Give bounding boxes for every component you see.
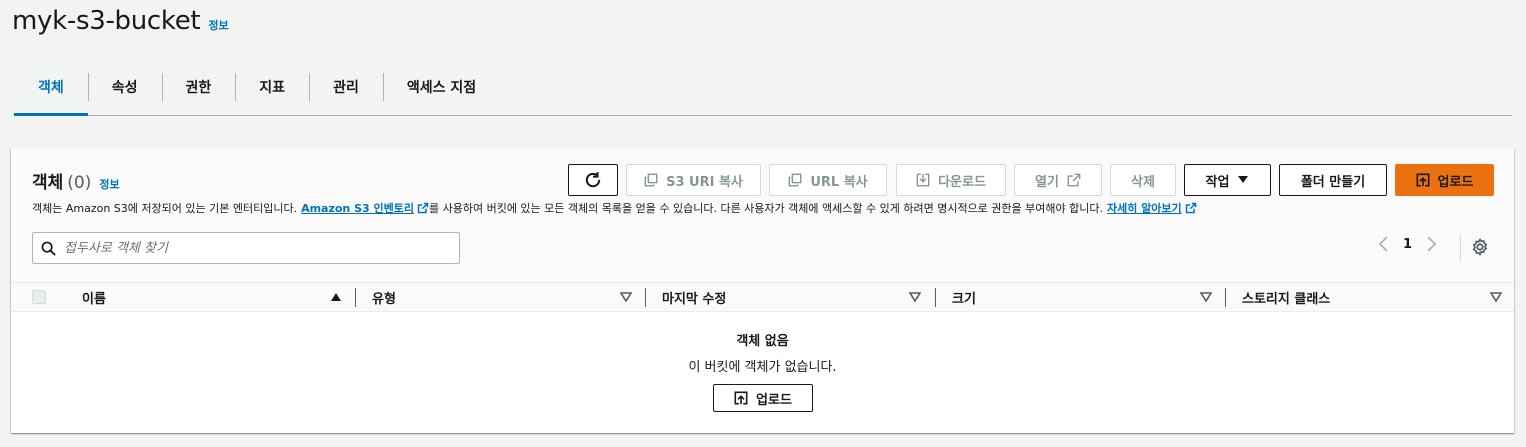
empty-state-upload-label: 업로드 [756, 392, 792, 408]
actions-dropdown[interactable]: 작업 [1184, 164, 1271, 196]
create-folder-label: 폴더 만들기 [1300, 174, 1366, 190]
info-link[interactable]: 정보 [208, 17, 228, 33]
pager-divider [1460, 234, 1461, 262]
download-label: 다운로드 [938, 174, 986, 190]
copy-icon [788, 173, 802, 187]
objects-description: 객체는 Amazon S3에 저장되어 있는 기본 엔터티입니다. Amazon… [32, 200, 1197, 216]
refresh-icon [585, 172, 601, 188]
upload-icon [734, 391, 748, 405]
column-header-last-modified[interactable]: 마지막 수정 [662, 283, 726, 312]
sort-icon[interactable] [1490, 292, 1502, 302]
column-header-name[interactable]: 이름 [82, 283, 106, 312]
inventory-link[interactable]: Amazon S3 인벤토리 [301, 200, 429, 216]
sort-ascending-icon[interactable] [330, 292, 342, 302]
empty-state-message: 이 버킷에 객체가 없습니다. [688, 360, 837, 375]
upload-button[interactable]: 업로드 [1395, 164, 1494, 196]
open-label: 열기 [1035, 174, 1059, 190]
gear-icon[interactable] [1471, 238, 1489, 256]
external-link-icon [1067, 173, 1081, 187]
copy-url-button[interactable]: URL 복사 [769, 164, 887, 196]
chevron-right-icon[interactable] [1424, 236, 1438, 252]
column-divider [645, 288, 646, 307]
objects-heading: 객체 (0) 정보 [32, 168, 120, 193]
tab-management[interactable]: 관리 [309, 70, 383, 104]
page-header: myk-s3-bucket 정보 [12, 6, 229, 36]
inventory-link-label: Amazon S3 인벤토리 [301, 202, 414, 215]
copy-icon [644, 173, 658, 187]
tab-metrics[interactable]: 지표 [235, 70, 309, 104]
download-icon [916, 173, 930, 187]
tab-bar: 객체 속성 권한 지표 관리 액세스 지점 [14, 70, 1512, 116]
column-header-size[interactable]: 크기 [952, 283, 976, 312]
learn-more-link[interactable]: 자세히 알아보기 [1107, 200, 1197, 216]
column-divider [355, 288, 356, 307]
caret-down-icon [1238, 176, 1249, 183]
tab-objects[interactable]: 객체 [14, 70, 88, 116]
objects-count: (0) [67, 173, 92, 193]
external-link-icon [417, 202, 429, 214]
tab-access-points[interactable]: 액세스 지점 [382, 70, 500, 104]
page-title: myk-s3-bucket [12, 6, 201, 36]
sort-icon[interactable] [620, 292, 632, 302]
objects-panel: 객체 (0) 정보 객체는 Amazon S3에 저장되어 있는 기본 엔터티입… [11, 148, 1514, 433]
copy-s3-uri-button[interactable]: S3 URI 복사 [626, 164, 761, 196]
sort-icon[interactable] [909, 292, 921, 302]
tab-permissions[interactable]: 권한 [161, 70, 236, 104]
tab-properties[interactable]: 속성 [87, 70, 162, 104]
search-icon [41, 241, 56, 256]
copy-url-label: URL 복사 [810, 174, 868, 190]
select-all-checkbox[interactable] [32, 290, 46, 304]
delete-label: 삭제 [1131, 174, 1155, 190]
search-input[interactable] [64, 240, 444, 256]
refresh-button[interactable] [568, 164, 618, 196]
objects-title: 객체 [32, 173, 64, 193]
column-header-storage-class[interactable]: 스토리지 클래스 [1242, 283, 1330, 312]
table-header: 이름 유형 마지막 수정 크기 스토리지 클래스 [11, 282, 1514, 312]
sort-icon[interactable] [1200, 292, 1212, 302]
copy-s3-uri-label: S3 URI 복사 [666, 174, 743, 190]
external-link-icon [1185, 202, 1196, 214]
learn-more-label: 자세히 알아보기 [1107, 202, 1182, 215]
upload-label: 업로드 [1437, 174, 1474, 190]
open-button[interactable]: 열기 [1014, 164, 1102, 196]
description-text-1: 객체는 Amazon S3에 저장되어 있는 기본 엔터티입니다. [32, 202, 298, 215]
empty-state-title: 객체 없음 [736, 334, 789, 349]
download-button[interactable]: 다운로드 [896, 164, 1006, 196]
upload-icon [1416, 173, 1430, 187]
description-text-2: 를 사용하여 버킷에 있는 모든 객체의 목록을 얻을 수 있습니다. 다른 사… [428, 202, 1103, 215]
column-header-type[interactable]: 유형 [372, 283, 396, 312]
actions-label: 작업 [1205, 174, 1230, 190]
create-folder-button[interactable]: 폴더 만들기 [1279, 164, 1387, 196]
delete-button[interactable]: 삭제 [1110, 164, 1176, 196]
chevron-left-icon[interactable] [1377, 236, 1391, 252]
current-page[interactable]: 1 [1403, 237, 1412, 252]
search-box [32, 232, 460, 264]
column-divider [1225, 288, 1226, 307]
empty-state-upload-button[interactable]: 업로드 [713, 384, 813, 412]
objects-info-link[interactable]: 정보 [99, 176, 119, 192]
pagination: 1 [1377, 236, 1438, 252]
column-divider [935, 288, 936, 307]
